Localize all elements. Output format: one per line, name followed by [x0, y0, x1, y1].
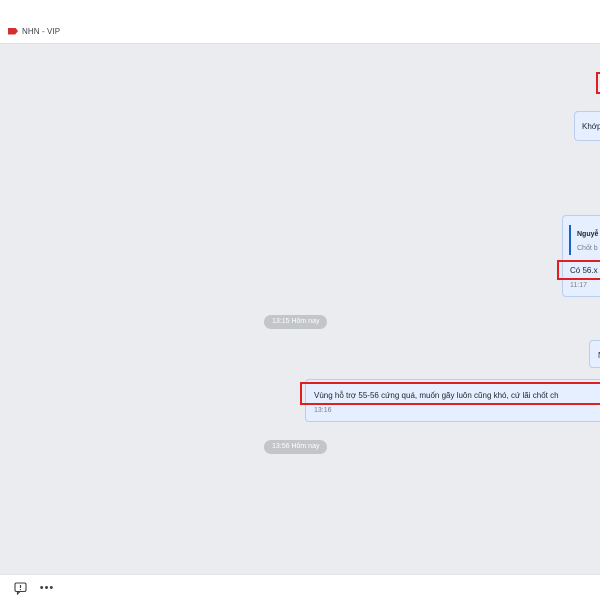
message-time: 11:17 — [570, 282, 587, 289]
time-separator: 13:15 Hôm nay — [264, 315, 328, 329]
group-tag[interactable]: NHN - VIP — [8, 25, 60, 37]
more-options-icon: ••• — [39, 582, 55, 594]
message-bubble[interactable]: Nguyễ Chốt b Có 56.x 11:17 — [562, 215, 600, 297]
message-text: Khớp — [582, 122, 600, 131]
highlight-box — [596, 72, 600, 94]
group-name: NHN - VIP — [22, 26, 61, 36]
highlight-box — [557, 260, 600, 280]
quick-reaction-icon — [13, 581, 27, 595]
message-bubble[interactable]: N — [589, 340, 600, 368]
quote-text: Chốt b — [577, 245, 598, 252]
chat-messages-area[interactable]: Khớp Nguyễ Chốt b Có 56.x 11:17 13:15 Hô… — [0, 44, 600, 574]
quick-reaction-button[interactable] — [13, 581, 27, 595]
chat-bottom-toolbar: ••• — [0, 574, 600, 600]
quote-accent-bar — [569, 225, 571, 255]
time-separator: 13:56 Hôm nay — [264, 440, 328, 454]
highlight-box — [300, 382, 600, 405]
message-time: 13:16 — [314, 407, 332, 414]
chat-header: NHN - VIP — [0, 0, 600, 44]
quote-author: Nguyễ — [577, 231, 599, 238]
tag-icon — [8, 27, 18, 35]
more-options-button[interactable]: ••• — [40, 581, 54, 595]
message-bubble[interactable]: Khớp — [574, 111, 600, 141]
